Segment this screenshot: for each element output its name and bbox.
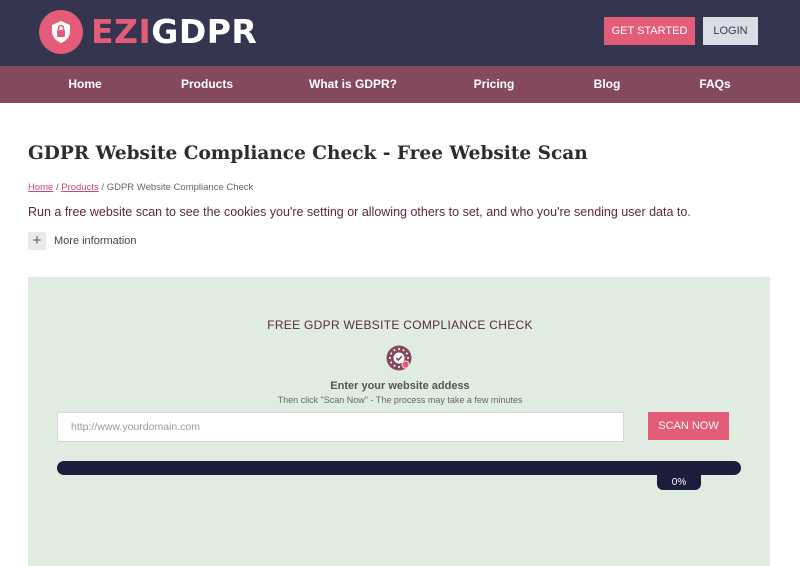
logo-suffix: GDPR [151,12,258,51]
main-nav: Home Products What is GDPR? Pricing Blog… [0,66,800,103]
scan-progress-bar [57,461,741,475]
nav-item-faqs[interactable]: FAQs [699,66,730,103]
login-button[interactable]: LOGIN [703,17,758,45]
breadcrumb-separator: / [101,182,105,193]
page-title: GDPR Website Compliance Check - Free Web… [28,143,588,164]
intro-text: Run a free website scan to see the cooki… [28,205,691,219]
shield-lock-icon [39,10,83,54]
breadcrumb-home-link[interactable]: Home [28,182,53,193]
scan-progress-label: 0% [657,474,701,490]
plus-icon[interactable]: + [28,232,46,250]
logo-prefix: EZI [91,12,152,51]
gdpr-check-icon [386,345,412,371]
scan-instructions: Then click "Scan Now" - The process may … [277,395,523,405]
scan-now-button[interactable]: SCAN NOW [648,412,729,440]
nav-item-what-is-gdpr[interactable]: What is GDPR? [309,66,397,103]
breadcrumb-separator: / [55,182,59,193]
logo[interactable]: EZIGDPR [39,10,257,54]
enter-website-label: Enter your website addess [330,380,470,392]
site-header: EZIGDPR GET STARTED LOGIN [0,0,800,66]
nav-item-home[interactable]: Home [68,66,101,103]
breadcrumb-current: GDPR Website Compliance Check [106,182,254,193]
more-information-toggle[interactable]: + More information [28,232,137,250]
get-started-button[interactable]: GET STARTED [604,17,695,45]
breadcrumb-products-link[interactable]: Products [61,182,99,193]
nav-item-products[interactable]: Products [181,66,233,103]
website-url-input[interactable] [57,412,624,442]
breadcrumb: Home / Products / GDPR Website Complianc… [28,182,253,193]
nav-item-pricing[interactable]: Pricing [474,66,515,103]
logo-wordmark: EZIGDPR [91,10,257,54]
nav-item-blog[interactable]: Blog [594,66,621,103]
more-information-label: More information [54,235,137,247]
scan-panel-title: FREE GDPR WEBSITE COMPLIANCE CHECK [267,318,533,332]
